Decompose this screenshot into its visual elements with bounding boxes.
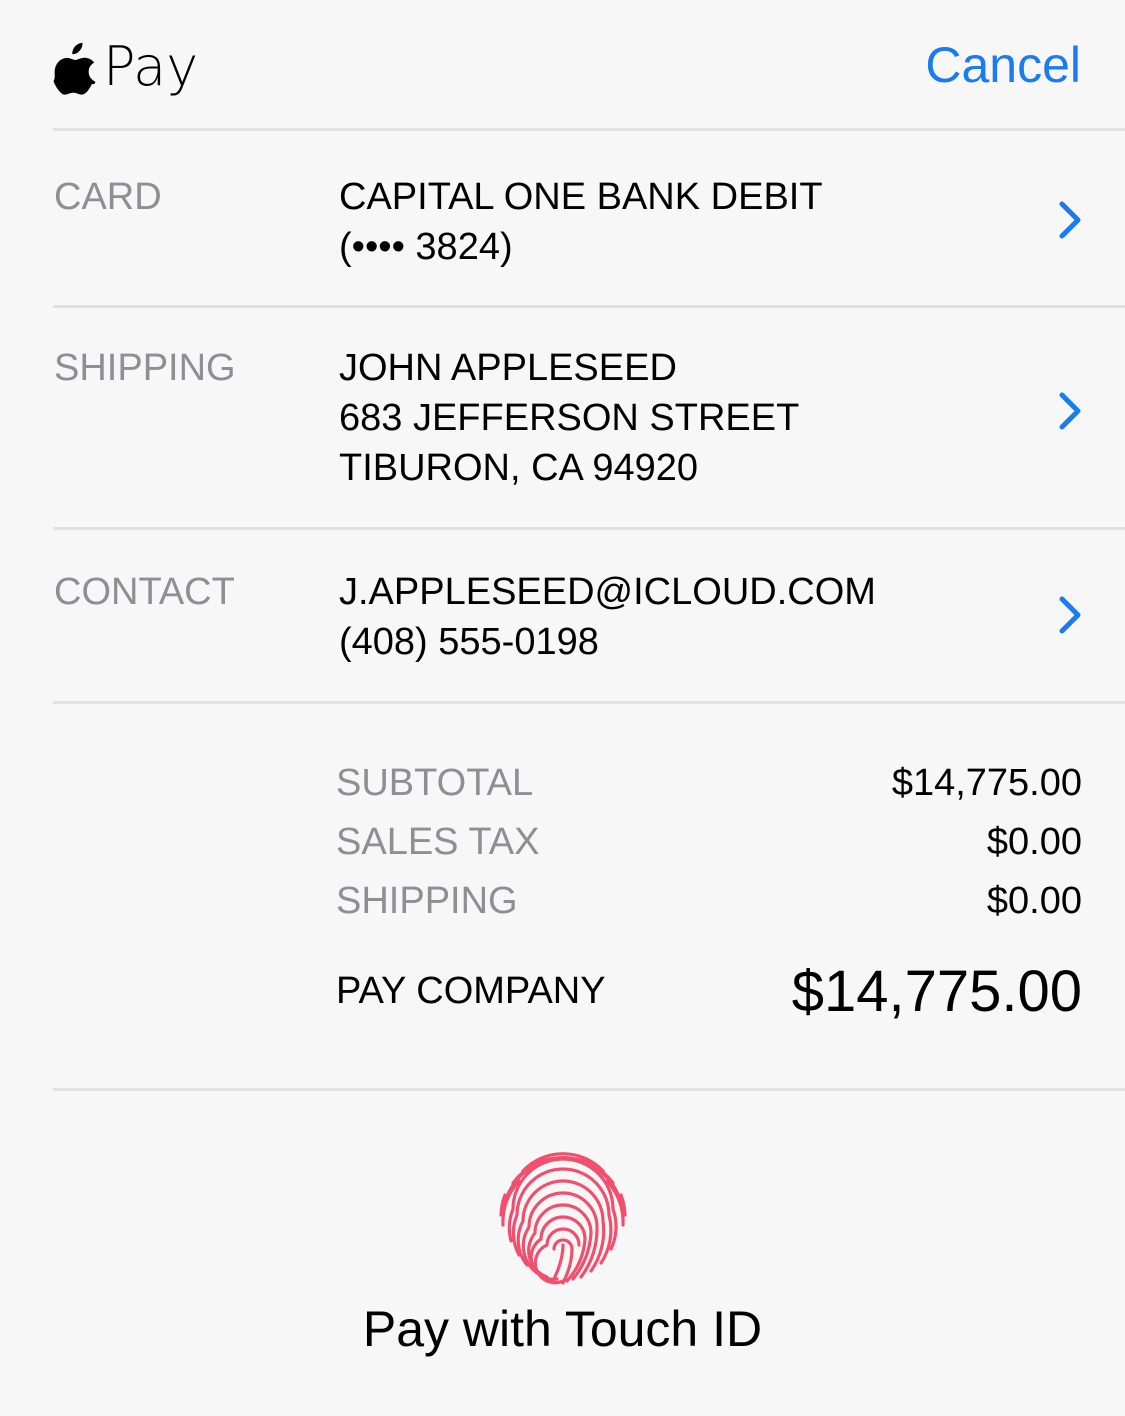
contact-label: CONTACT bbox=[54, 571, 235, 613]
shipping-name: JOHN APPLESEED bbox=[339, 347, 677, 389]
touch-id-label: Pay with Touch ID bbox=[362, 1301, 763, 1357]
payment-sheet-header: Pay Cancel bbox=[0, 0, 1125, 130]
shipping-cost-label: SHIPPING bbox=[336, 880, 518, 922]
contact-row[interactable]: CONTACT J.APPLESEED@ICLOUD.COM (408) 555… bbox=[0, 529, 1125, 701]
sales-tax-label: SALES TAX bbox=[336, 821, 540, 863]
divider bbox=[53, 701, 1125, 704]
shipping-cost-value: $0.00 bbox=[986, 880, 1082, 922]
card-row[interactable]: CARD CAPITAL ONE BANK DEBIT (•••• 3824) bbox=[0, 130, 1125, 306]
shipping-row[interactable]: SHIPPING JOHN APPLESEED 683 JEFFERSON ST… bbox=[0, 307, 1125, 527]
apple-pay-wordmark: Pay bbox=[103, 35, 199, 98]
card-number: (•••• 3824) bbox=[339, 226, 513, 268]
subtotal-line: SUBTOTAL $14,775.00 bbox=[336, 754, 1082, 813]
shipping-cost-line: SHIPPING $0.00 bbox=[336, 872, 1082, 931]
contact-value: J.APPLESEED@ICLOUD.COM (408) 555-0198 bbox=[339, 567, 876, 667]
subtotal-label: SUBTOTAL bbox=[336, 762, 534, 804]
shipping-city: TIBURON, CA 94920 bbox=[339, 447, 699, 489]
contact-email: J.APPLESEED@ICLOUD.COM bbox=[339, 571, 876, 613]
cancel-button[interactable]: Cancel bbox=[925, 40, 1081, 90]
subtotal-value: $14,775.00 bbox=[891, 762, 1082, 804]
card-name: CAPITAL ONE BANK DEBIT bbox=[339, 176, 823, 218]
order-summary: SUBTOTAL $14,775.00 SALES TAX $0.00 SHIP… bbox=[336, 754, 1082, 1031]
card-label: CARD bbox=[54, 176, 162, 218]
shipping-street: 683 JEFFERSON STREET bbox=[339, 397, 800, 439]
sales-tax-line: SALES TAX $0.00 bbox=[336, 813, 1082, 872]
apple-logo-icon bbox=[53, 42, 96, 95]
shipping-address: JOHN APPLESEED 683 JEFFERSON STREET TIBU… bbox=[339, 343, 799, 493]
touch-id-prompt[interactable]: Pay with Touch ID bbox=[0, 1145, 1125, 1359]
grand-total-line: PAY COMPANY $14,775.00 bbox=[336, 951, 1082, 1031]
contact-phone: (408) 555-0198 bbox=[339, 621, 599, 663]
chevron-right-icon bbox=[1059, 201, 1081, 239]
apple-pay-logo: Pay bbox=[53, 34, 198, 104]
sales-tax-value: $0.00 bbox=[986, 821, 1082, 863]
shipping-label: SHIPPING bbox=[54, 347, 236, 389]
chevron-right-icon bbox=[1059, 596, 1081, 634]
divider bbox=[53, 1088, 1125, 1091]
chevron-right-icon bbox=[1059, 392, 1081, 430]
card-value: CAPITAL ONE BANK DEBIT (•••• 3824) bbox=[339, 172, 823, 272]
pay-company-label: PAY COMPANY bbox=[336, 969, 606, 1012]
fingerprint-icon bbox=[498, 1152, 627, 1285]
grand-total-value: $14,775.00 bbox=[791, 958, 1082, 1024]
